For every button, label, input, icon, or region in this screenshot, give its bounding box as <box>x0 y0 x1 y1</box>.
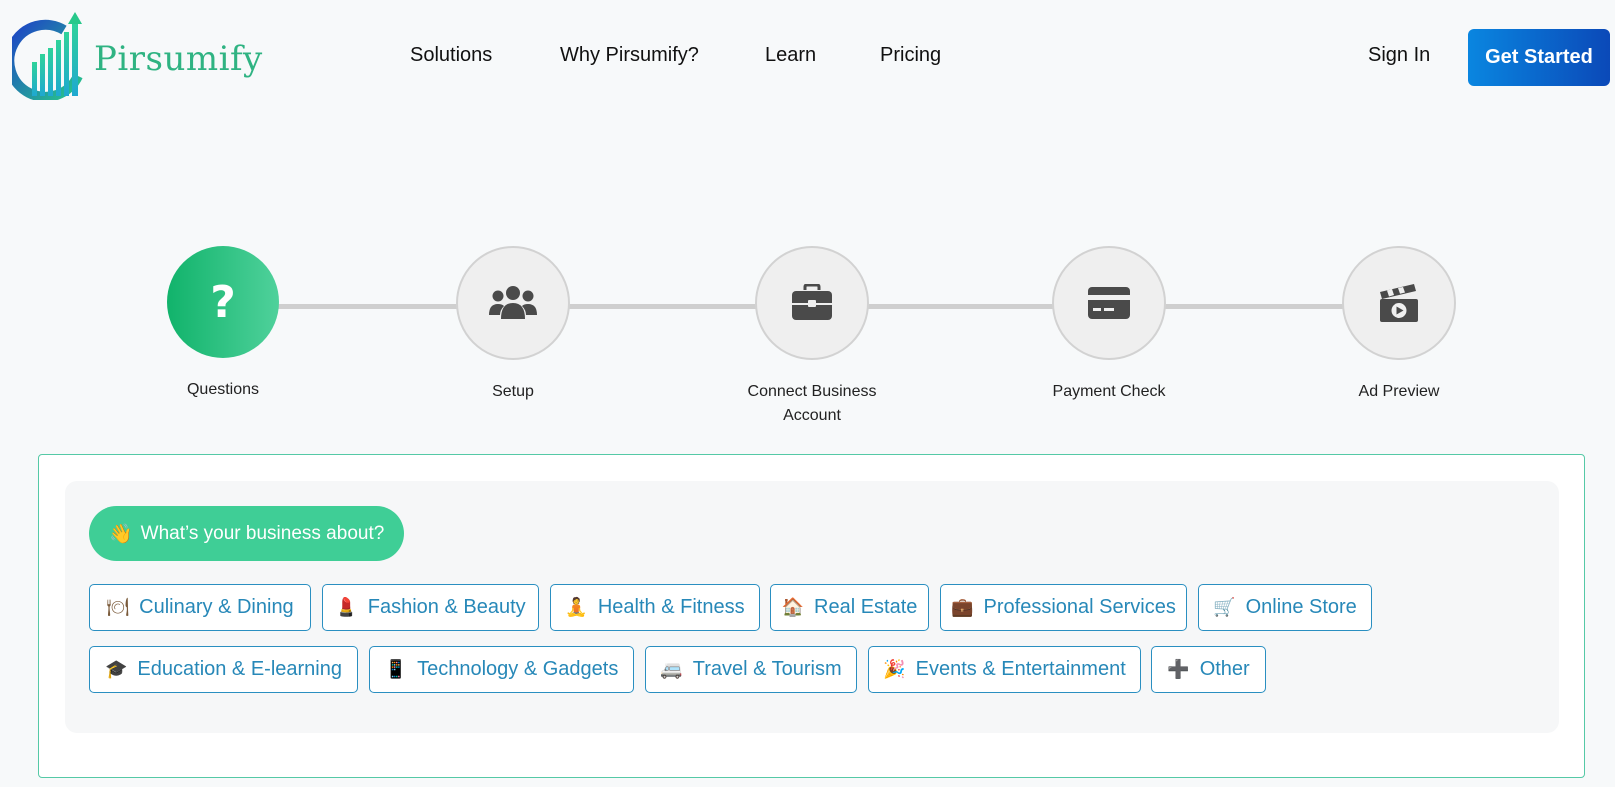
option-fashion-beauty[interactable]: 💄 Fashion & Beauty <box>322 584 539 631</box>
step-circle <box>1052 246 1166 360</box>
option-education-elearning[interactable]: 🎓 Education & E-learning <box>89 646 358 693</box>
option-label: Real Estate <box>814 596 918 618</box>
option-health-fitness[interactable]: 🧘 Health & Fitness <box>550 584 760 631</box>
question-text: What’s your business about? <box>140 522 385 544</box>
option-label: Travel & Tourism <box>692 658 842 680</box>
step-circle <box>456 246 570 360</box>
logo-mark-icon <box>12 12 83 100</box>
minibus-icon: 🚐 <box>660 659 683 680</box>
lipstick-icon: 💄 <box>335 597 358 618</box>
step-connect-business-account[interactable]: Connect Business Account <box>727 246 897 428</box>
option-events-entertainment[interactable]: 🎉 Events & Entertainment <box>868 646 1141 693</box>
nav-item-solutions[interactable]: Solutions <box>410 44 492 67</box>
option-real-estate[interactable]: 🏠 Real Estate <box>770 584 929 631</box>
plus-icon: ➕ <box>1167 659 1190 680</box>
get-started-button[interactable]: Get Started <box>1468 29 1610 86</box>
top-navbar: Pirsumify Solutions Why Pirsumify? Learn… <box>0 0 1615 120</box>
shopping-cart-icon: 🛒 <box>1213 597 1236 618</box>
question-panel: 👋 What’s your business about? 🍽 Culinary… <box>65 481 1559 733</box>
step-circle: ? <box>167 246 279 358</box>
step-label: Setup <box>492 383 534 400</box>
option-technology-gadgets[interactable]: 📱 Technology & Gadgets <box>369 646 634 693</box>
option-professional-services[interactable]: 💼 Professional Services <box>940 584 1187 631</box>
option-label: Health & Fitness <box>597 596 745 618</box>
question-card: 👋 What’s your business about? 🍽 Culinary… <box>38 454 1585 778</box>
sign-in-link[interactable]: Sign In <box>1368 44 1430 67</box>
party-popper-icon: 🎉 <box>883 659 906 680</box>
waving-hand-icon: 👋 <box>109 523 133 545</box>
step-circle <box>1342 246 1456 360</box>
step-label: Questions <box>186 381 260 398</box>
graduation-cap-icon: 🎓 <box>105 659 128 680</box>
option-label: Fashion & Beauty <box>367 596 526 618</box>
progress-stepper: ? Questions Setup Connect Business Accou… <box>0 240 1615 430</box>
nav-item-pricing[interactable]: Pricing <box>880 44 941 67</box>
briefcase-icon: 💼 <box>951 597 974 618</box>
brand-name: Pirsumify <box>94 39 263 79</box>
step-label: Ad Preview <box>1358 383 1440 400</box>
option-label: Events & Entertainment <box>915 658 1126 680</box>
step-label: Payment Check <box>1052 383 1166 400</box>
house-icon: 🏠 <box>781 597 805 618</box>
nav-item-why-pirsumify[interactable]: Why Pirsumify? <box>560 44 699 67</box>
option-travel-tourism[interactable]: 🚐 Travel & Tourism <box>645 646 857 693</box>
step-label: Connect Business Account <box>747 383 877 424</box>
step-ad-preview[interactable]: Ad Preview <box>1314 246 1484 404</box>
step-setup[interactable]: Setup <box>428 246 598 404</box>
question-mark-icon: ? <box>210 276 236 328</box>
option-online-store[interactable]: 🛒 Online Store <box>1198 584 1372 631</box>
option-label: Technology & Gadgets <box>417 658 619 680</box>
option-label: Education & E-learning <box>137 658 342 680</box>
mobile-phone-icon: 📱 <box>384 659 408 680</box>
option-label: Culinary & Dining <box>139 596 294 618</box>
clapperboard-icon <box>1380 284 1418 322</box>
step-payment-check[interactable]: Payment Check <box>1024 246 1194 404</box>
question-bubble: 👋 What’s your business about? <box>89 506 405 561</box>
credit-card-icon <box>1088 287 1130 319</box>
option-label: Professional Services <box>983 596 1176 618</box>
option-culinary-dining[interactable]: 🍽 Culinary & Dining <box>89 584 311 631</box>
option-other[interactable]: ➕ Other <box>1151 646 1266 693</box>
users-icon <box>489 286 537 319</box>
meditation-icon: 🧘 <box>565 597 588 618</box>
step-questions[interactable]: ? Questions <box>138 246 308 402</box>
brand-logo[interactable]: Pirsumify <box>12 10 263 100</box>
option-label: Other <box>1199 658 1250 680</box>
step-circle <box>755 246 869 360</box>
option-label: Online Store <box>1245 596 1357 618</box>
briefcase-icon <box>792 284 832 320</box>
nav-item-learn[interactable]: Learn <box>765 44 816 67</box>
plate-cutlery-icon: 🍽 <box>106 597 130 618</box>
